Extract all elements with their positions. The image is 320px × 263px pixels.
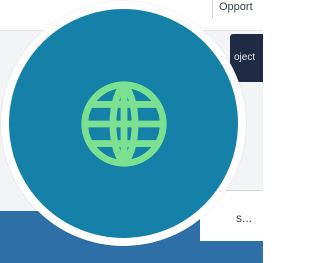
project-chip-label: oject xyxy=(234,52,256,63)
truncated-text: s... xyxy=(236,211,253,225)
globe-icon xyxy=(80,80,167,167)
tab-opportunity[interactable]: Opport xyxy=(212,0,263,18)
globe-badge[interactable] xyxy=(1,1,246,246)
tab-opportunity-label: Opport xyxy=(219,1,253,13)
globe-badge-circle xyxy=(9,9,238,238)
screen: Opport oject s... xyxy=(0,0,263,263)
